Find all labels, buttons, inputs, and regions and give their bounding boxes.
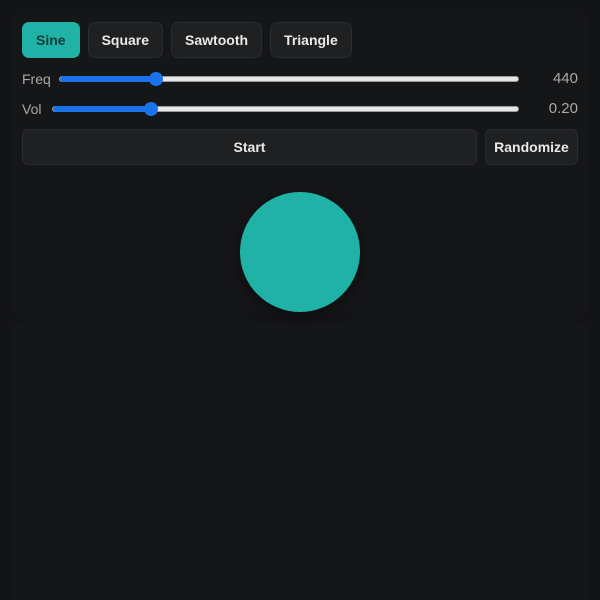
- waveform-sine-button[interactable]: Sine: [22, 22, 80, 58]
- vol-slider[interactable]: [52, 102, 519, 116]
- visualizer-panel: [12, 322, 588, 600]
- freq-slider-thumb[interactable]: [149, 72, 163, 86]
- freq-value: 440: [552, 70, 578, 87]
- freq-label: Freq: [22, 71, 51, 87]
- freq-row: Freq 440: [22, 69, 578, 89]
- vol-value: 0.20: [548, 100, 578, 117]
- vol-label: Vol: [22, 101, 42, 117]
- waveform-selector: Sine Square Sawtooth Triangle: [22, 22, 352, 58]
- synth-app: Sine Square Sawtooth Triangle Freq 440 V…: [0, 0, 600, 600]
- vol-row: Vol 0.20: [22, 99, 578, 119]
- start-button[interactable]: Start: [22, 129, 477, 165]
- freq-slider-fill: [60, 76, 156, 82]
- vol-slider-fill: [53, 106, 151, 112]
- freq-slider[interactable]: [59, 72, 519, 86]
- vol-slider-thumb[interactable]: [144, 102, 158, 116]
- randomize-button[interactable]: Randomize: [485, 129, 578, 165]
- waveform-square-button[interactable]: Square: [87, 22, 164, 58]
- waveform-sawtooth-button[interactable]: Sawtooth: [171, 22, 263, 58]
- tone-visualizer-orb: [240, 192, 360, 312]
- waveform-triangle-button[interactable]: Triangle: [270, 22, 352, 58]
